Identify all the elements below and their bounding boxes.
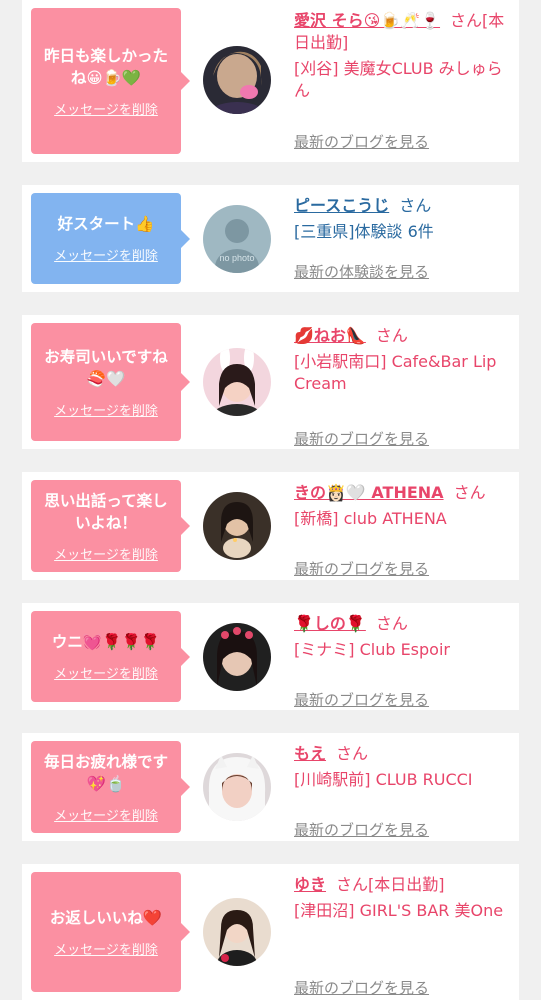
shop-info: [ミナミ] Club Espoir [294, 640, 450, 659]
latest-blog-link[interactable]: 最新のブログを見る [294, 819, 429, 840]
member-info: 愛沢 そら😘🍺🥂🍷 さん[本日出勤] [刈谷] 美魔女CLUB みしゅらん 最新の… [294, 10, 512, 151]
message-card: 毎日お疲れ様です💖🍵 メッセージを削除 もえ さん [川崎駅前] CLUB RUC… [22, 733, 519, 841]
member-name-link[interactable]: きの👸🏻🤍 ATHENA [294, 483, 444, 502]
member-name-line: きの👸🏻🤍 ATHENA さん [294, 482, 512, 504]
message-card: お返しいいね❤️ メッセージを削除 ゆき さん[本日出勤] [津田沼] GIRL'… [22, 864, 519, 1000]
message-text: お寿司いいですね🍣🤍 [44, 347, 168, 388]
shop-info: [新橋] club ATHENA [294, 509, 447, 528]
message-bubble: 毎日お疲れ様です💖🍵 メッセージを削除 [31, 741, 190, 833]
shop-info: [三重県]体験談 6件 [294, 222, 434, 241]
message-card: 昨日も楽しかったね😀🍺💚 メッセージを削除 愛沢 そら😘🍺🥂🍷 さん[本日出勤] … [22, 0, 519, 162]
avatar[interactable] [203, 46, 271, 114]
honorific: さん [453, 483, 486, 502]
avatar-photo [203, 46, 271, 114]
avatar[interactable] [203, 492, 271, 560]
member-name-link[interactable]: 💋ねお👠 [294, 326, 366, 345]
latest-blog-link[interactable]: 最新のブログを見る [294, 428, 429, 449]
member-name-line: ピースこうじ さん [294, 195, 512, 217]
message-bubble: 昨日も楽しかったね😀🍺💚 メッセージを削除 [31, 8, 190, 154]
delete-message-link[interactable]: メッセージを削除 [54, 245, 158, 264]
delete-message-link[interactable]: メッセージを削除 [54, 939, 158, 958]
member-info: ゆき さん[本日出勤] [津田沼] GIRL'S BAR 美One 最新のブログを… [294, 874, 512, 997]
member-info: 💋ねお👠 さん [小岩駅南口] Cafe&Bar Lip Cream 最新のブログ… [294, 325, 512, 448]
delete-message-link[interactable]: メッセージを削除 [54, 544, 158, 563]
avatar-photo [203, 492, 271, 560]
member-name-line: 🌹しの🌹 さん [294, 613, 512, 635]
delete-message-link[interactable]: メッセージを削除 [54, 400, 158, 419]
member-name-line: ゆき さん[本日出勤] [294, 874, 512, 896]
avatar[interactable] [203, 623, 271, 691]
message-bubble: ウニ💓🌹🌹🌹 メッセージを削除 [31, 611, 190, 702]
member-name-line: 愛沢 そら😘🍺🥂🍷 さん[本日出勤] [294, 10, 512, 54]
member-name-link[interactable]: 愛沢 そら😘🍺🥂🍷 [294, 11, 440, 30]
honorific: さん [375, 326, 408, 345]
message-card: 思い出話って楽しいよね！ メッセージを削除 きの👸🏻🤍 ATHENA さん [新橋… [22, 472, 519, 580]
avatar[interactable]: no photo [203, 205, 271, 273]
member-info: きの👸🏻🤍 ATHENA さん [新橋] club ATHENA 最新のブログを見… [294, 482, 512, 578]
message-card: お寿司いいですね🍣🤍 メッセージを削除 💋ねお👠 さん [小岩駅南口] Cafe&… [22, 315, 519, 449]
message-text: 毎日お疲れ様です💖🍵 [43, 752, 168, 793]
member-info: ピースこうじ さん [三重県]体験談 6件 最新の体験談を見る [294, 195, 512, 281]
message-card: 好スタート👍 メッセージを削除 no photo ピースこうじ さん [三重県]体… [22, 185, 519, 292]
member-name-link[interactable]: もえ [294, 744, 326, 763]
message-bubble: お返しいいね❤️ メッセージを削除 [31, 872, 190, 992]
delete-message-link[interactable]: メッセージを削除 [54, 805, 158, 824]
avatar-photo [203, 623, 271, 691]
avatar[interactable] [203, 753, 271, 821]
member-name-link[interactable]: 🌹しの🌹 [294, 614, 366, 633]
shop-info: [津田沼] GIRL'S BAR 美One [294, 901, 504, 920]
message-bubble: 好スタート👍 メッセージを削除 [31, 193, 190, 284]
no-photo-avatar: no photo [203, 205, 271, 273]
message-text: 好スタート👍 [57, 215, 155, 233]
honorific: さん [399, 196, 432, 215]
message-text: 思い出話って楽しいよね！ [44, 491, 168, 532]
member-name-link[interactable]: ピースこうじ [294, 196, 389, 215]
message-bubble: 思い出話って楽しいよね！ メッセージを削除 [31, 480, 190, 572]
member-name-line: もえ さん [294, 743, 512, 765]
member-name-line: 💋ねお👠 さん [294, 325, 512, 347]
message-feed: 昨日も楽しかったね😀🍺💚 メッセージを削除 愛沢 そら😘🍺🥂🍷 さん[本日出勤] … [0, 0, 541, 1000]
avatar[interactable] [203, 348, 271, 416]
honorific: さん [375, 614, 408, 633]
message-card: ウニ💓🌹🌹🌹 メッセージを削除 🌹しの🌹 さん [ミナミ] Club Espoir… [22, 603, 519, 710]
message-text: 昨日も楽しかったね😀🍺💚 [43, 46, 168, 87]
latest-blog-link[interactable]: 最新のブログを見る [294, 977, 429, 998]
no-photo-label: no photo [219, 253, 254, 263]
message-text: ウニ💓🌹🌹🌹 [51, 633, 161, 651]
member-info: もえ さん [川崎駅前] CLUB RUCCI 最新のブログを見る [294, 743, 512, 839]
honorific: さん [450, 11, 483, 30]
shop-info: [川崎駅前] CLUB RUCCI [294, 770, 473, 789]
delete-message-link[interactable]: メッセージを削除 [54, 663, 158, 682]
avatar-photo [203, 898, 271, 966]
avatar-photo [203, 753, 271, 821]
message-text: お返しいいね❤️ [49, 908, 163, 927]
member-name-link[interactable]: ゆき [294, 875, 326, 894]
latest-review-link[interactable]: 最新の体験談を見る [294, 261, 429, 282]
avatar-photo [203, 348, 271, 416]
latest-blog-link[interactable]: 最新のブログを見る [294, 689, 429, 710]
avatar[interactable] [203, 898, 271, 966]
honorific: さん [336, 744, 369, 763]
latest-blog-link[interactable]: 最新のブログを見る [294, 131, 429, 152]
shop-info: [小岩駅南口] Cafe&Bar Lip Cream [294, 352, 497, 393]
honorific: さん [336, 875, 369, 894]
member-info: 🌹しの🌹 さん [ミナミ] Club Espoir 最新のブログを見る [294, 613, 512, 709]
latest-blog-link[interactable]: 最新のブログを見る [294, 558, 429, 579]
shop-info: [刈谷] 美魔女CLUB みしゅらん [294, 59, 503, 100]
message-bubble: お寿司いいですね🍣🤍 メッセージを削除 [31, 323, 190, 441]
delete-message-link[interactable]: メッセージを削除 [54, 99, 158, 118]
work-status: [本日出勤] [368, 875, 445, 894]
